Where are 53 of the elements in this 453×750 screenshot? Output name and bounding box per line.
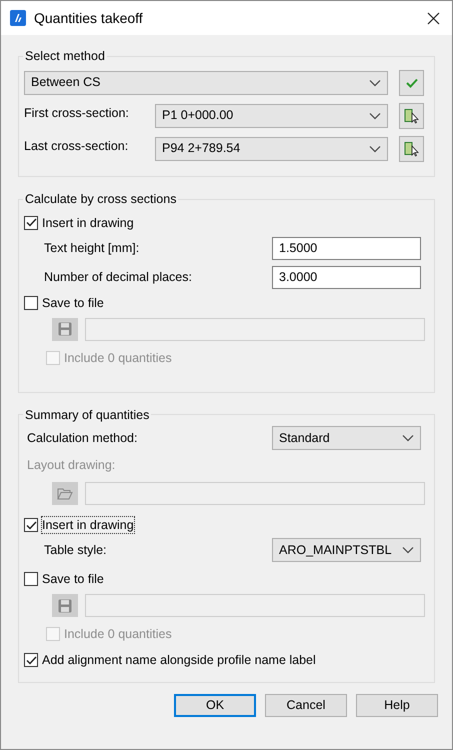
field-label: Last cross-section: [24, 138, 130, 155]
checkbox-label: Include 0 quantities [64, 350, 172, 366]
checkmark-icon [26, 520, 36, 530]
close-icon[interactable] [427, 12, 440, 24]
checkbox-label: Save to file [42, 294, 104, 310]
dropdown[interactable]: Between CS [24, 70, 388, 95]
checkbox[interactable] [24, 296, 38, 310]
checkbox[interactable] [24, 518, 38, 532]
checkbox-label: Insert in drawing [42, 214, 134, 230]
field-label: Layout drawing: [27, 457, 116, 474]
confirm-button[interactable] [399, 70, 424, 96]
pick-button[interactable] [399, 102, 424, 129]
number-field[interactable]: 3.0000 [272, 266, 421, 288]
open-folder-button[interactable] [52, 482, 78, 505]
chevron-icon [369, 144, 381, 153]
checkmark-icon [406, 78, 418, 88]
dialog-button[interactable]: Cancel [265, 694, 347, 717]
app-logo-icon [10, 10, 26, 26]
group-title: Select method [24, 48, 106, 65]
pick-entity-icon [404, 140, 420, 157]
checkbox[interactable] [24, 216, 38, 230]
dialog-button[interactable]: OK [174, 694, 256, 717]
number-field[interactable]: 1.5000 [272, 236, 421, 260]
dropdown[interactable]: P1 0+000.00 [155, 104, 388, 128]
chevron-icon [369, 78, 381, 87]
field-label: Table style: [44, 542, 107, 559]
pick-entity-icon [404, 108, 420, 124]
save-button[interactable] [52, 594, 78, 617]
group-title: Summary of quantities [24, 406, 150, 424]
dialog-button[interactable]: Help [356, 694, 438, 717]
field-label: Calculation method: [27, 430, 138, 447]
field-label: Text height [mm]: [44, 240, 140, 257]
chevron-icon [402, 434, 414, 442]
checkbox-label: Add alignment name alongside profile name label [42, 652, 316, 668]
checkmark-icon [26, 656, 36, 664]
group-title: Calculate by cross sections [24, 190, 178, 208]
checkbox-label: Include 0 quantities [64, 626, 172, 642]
field-label: Number of decimal places: [44, 268, 192, 286]
chevron-icon [369, 112, 381, 120]
dropdown[interactable]: P94 2+789.54 [155, 136, 388, 161]
checkbox-label: Insert in drawing [42, 517, 134, 533]
checkmark-icon [26, 218, 36, 227]
window-title: Quantities takeoff [34, 8, 144, 28]
dropdown[interactable]: Standard [272, 426, 421, 450]
field-label: First cross-section: [24, 104, 130, 122]
save-button[interactable] [52, 318, 78, 340]
checkbox[interactable] [24, 653, 38, 667]
pick-button[interactable] [399, 136, 424, 162]
checkbox[interactable] [24, 572, 38, 586]
chevron-icon [402, 546, 414, 554]
checkbox-label: Save to file [42, 571, 104, 587]
dropdown[interactable]: ARO_MAINPTSTBL [272, 538, 421, 562]
folder-icon [57, 487, 73, 500]
